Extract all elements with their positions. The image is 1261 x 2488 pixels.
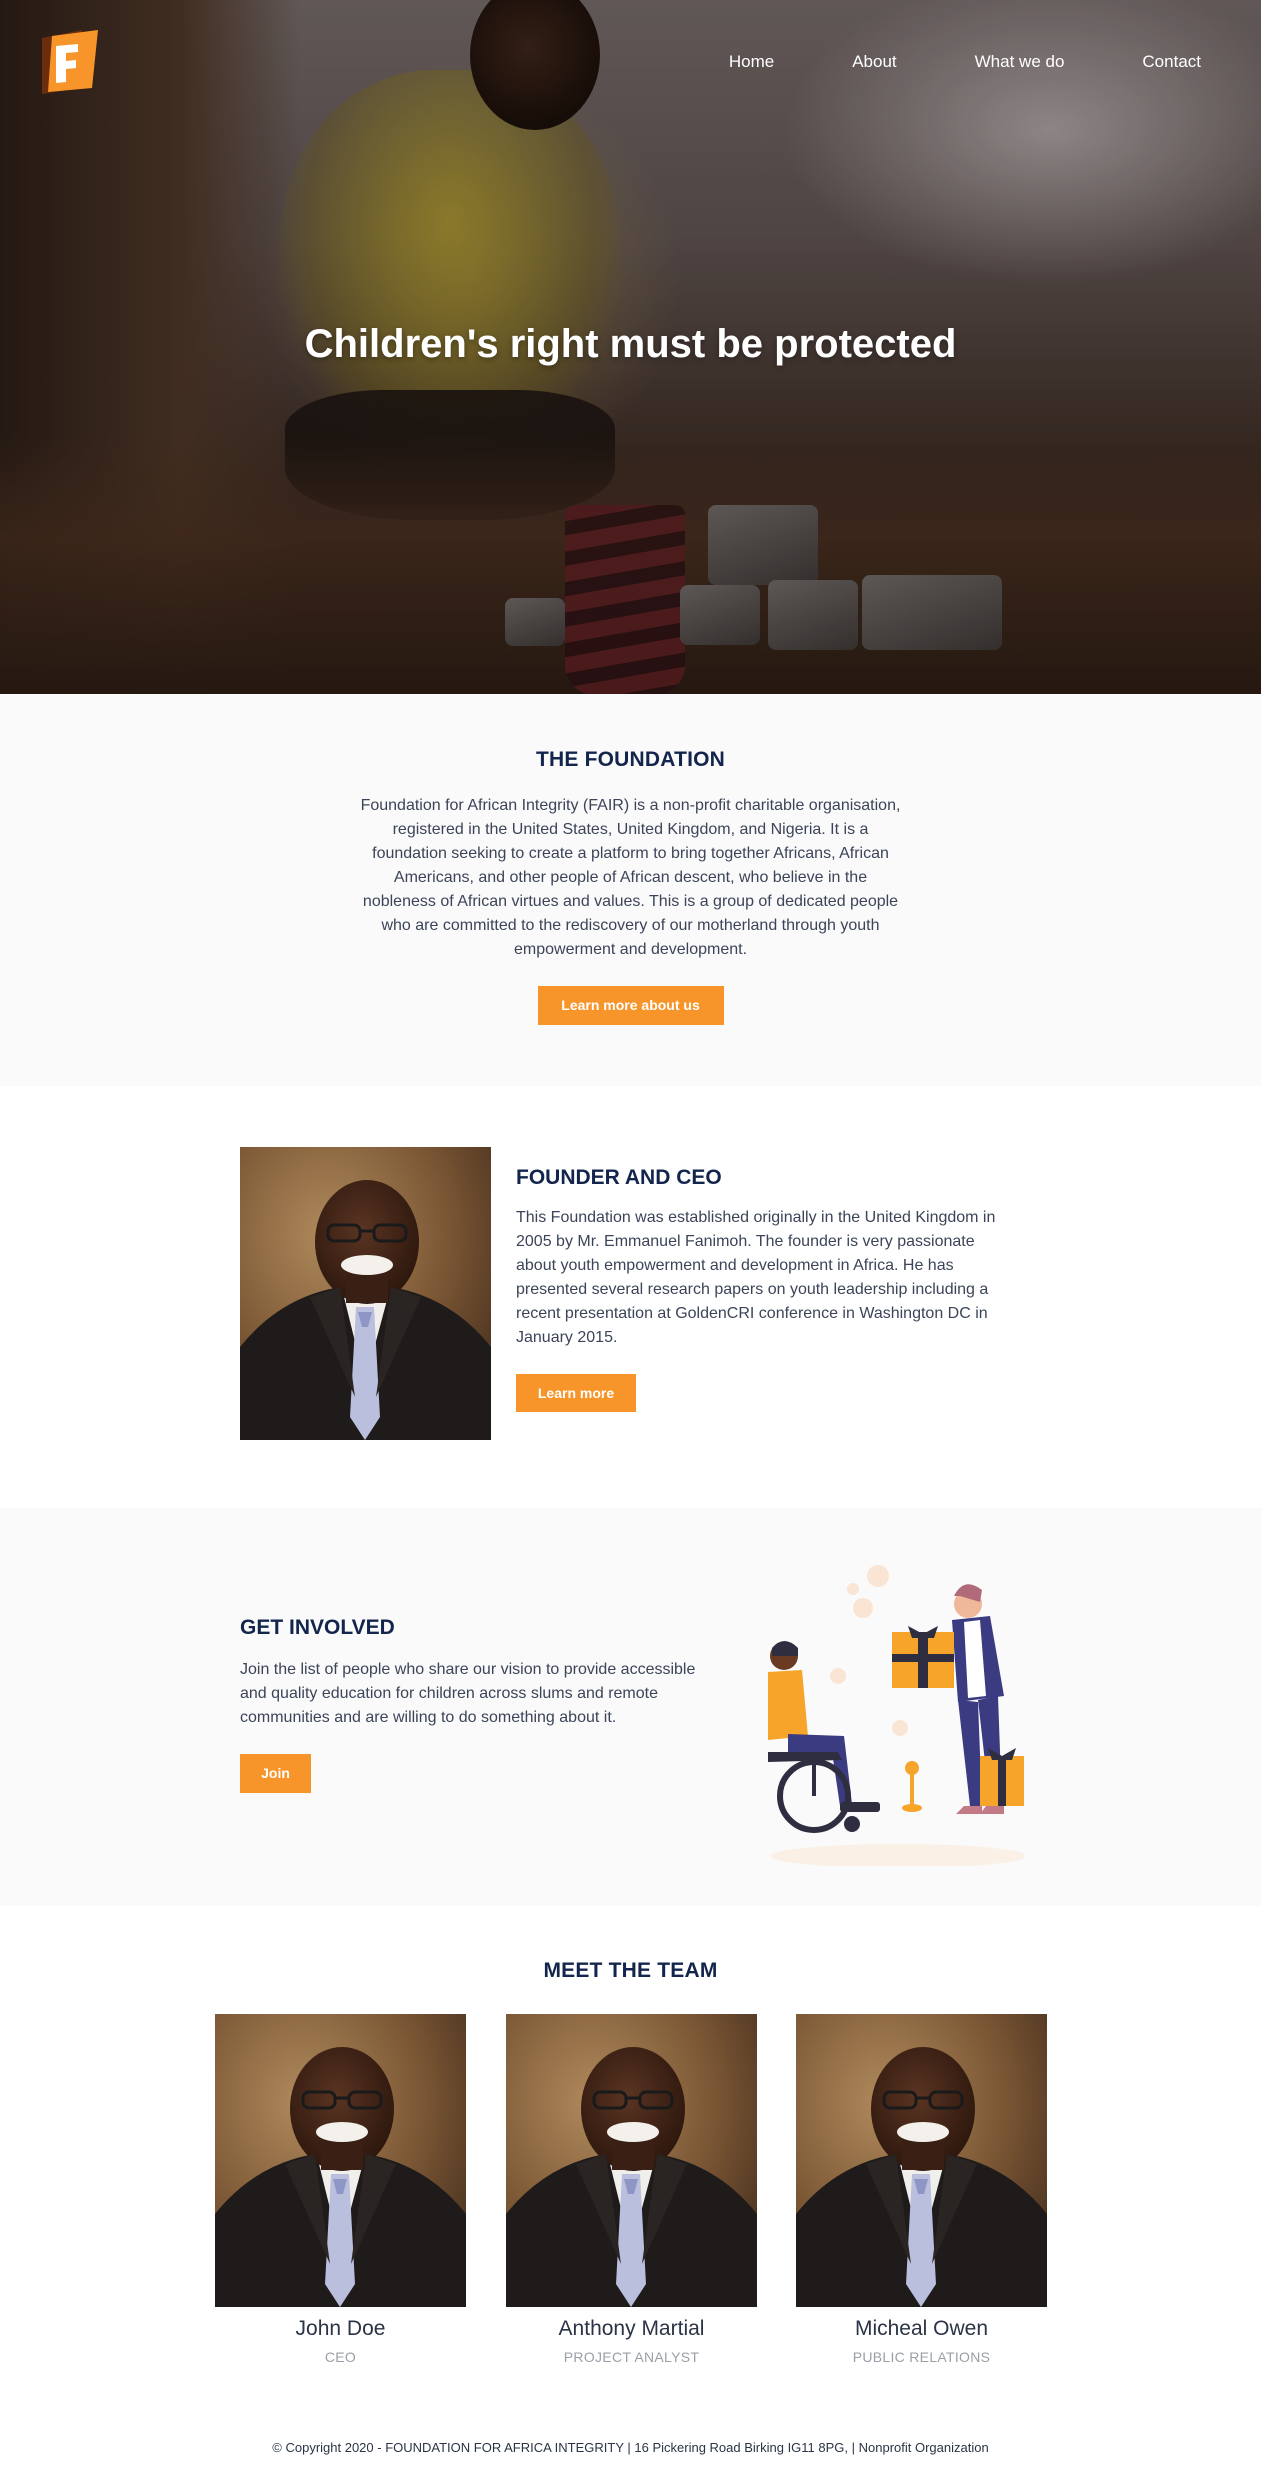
founder-content: FOUNDER AND CEO This Foundation was esta… (516, 1166, 1002, 1412)
involved-content: GET INVOLVED Join the list of people who… (240, 1616, 710, 1793)
logo-icon[interactable] (38, 28, 100, 94)
team-member-role: PROJECT ANALYST (563, 2349, 700, 2365)
team-member-card: John Doe CEO (215, 2014, 466, 2365)
foundation-section: THE FOUNDATION Foundation for African In… (0, 694, 1261, 1086)
founder-section: FOUNDER AND CEO This Foundation was esta… (0, 1086, 1261, 1508)
main-nav: Home About What we do Contact (651, 52, 1201, 72)
team-section: MEET THE TEAM John Doe CEO Anthony Marti… (0, 1906, 1261, 2436)
team-member-name: Anthony Martial (558, 2317, 705, 2340)
gift-giving-illustration (768, 1565, 1024, 1866)
team-member-photo (506, 2014, 757, 2307)
nav-contact[interactable]: Contact (1142, 52, 1201, 72)
nav-what-we-do[interactable]: What we do (975, 52, 1065, 72)
footer: © Copyright 2020 - FOUNDATION FOR AFRICA… (0, 2436, 1261, 2488)
team-member-role: PUBLIC RELATIONS (852, 2349, 991, 2365)
join-button[interactable]: Join (240, 1754, 311, 1793)
team-member-card: Anthony Martial PROJECT ANALYST (506, 2014, 757, 2365)
team-member-photo (215, 2014, 466, 2307)
founder-body: This Foundation was established original… (516, 1209, 996, 1346)
founder-learn-more-button[interactable]: Learn more (516, 1374, 636, 1412)
get-involved-section: GET INVOLVED Join the list of people who… (0, 1508, 1261, 1906)
hero-section: Home About What we do Contact Children's… (0, 0, 1261, 694)
team-member-photo (796, 2014, 1047, 2307)
team-member-role: CEO (324, 2349, 357, 2365)
team-member-name: Micheal Owen (854, 2317, 989, 2340)
team-heading: MEET THE TEAM (543, 1959, 718, 1982)
team-member-card: Micheal Owen PUBLIC RELATIONS (796, 2014, 1047, 2365)
nav-about[interactable]: About (852, 52, 896, 72)
team-grid: John Doe CEO Anthony Martial PROJECT ANA… (215, 2014, 1047, 2374)
hero-title: Children's right must be protected (304, 322, 957, 366)
foundation-heading: THE FOUNDATION (535, 748, 726, 771)
foundation-body: Foundation for African Integrity (FAIR) … (360, 797, 901, 958)
footer-copyright: © Copyright 2020 - FOUNDATION FOR AFRICA… (272, 2440, 989, 2455)
involved-body: Join the list of people who share our vi… (240, 1661, 696, 1726)
team-member-name: John Doe (295, 2317, 386, 2340)
nav-home[interactable]: Home (729, 52, 774, 72)
founder-photo (240, 1147, 491, 1440)
involved-heading: GET INVOLVED (240, 1616, 395, 1639)
learn-more-about-us-button[interactable]: Learn more about us (537, 986, 724, 1025)
founder-heading: FOUNDER AND CEO (516, 1166, 722, 1189)
